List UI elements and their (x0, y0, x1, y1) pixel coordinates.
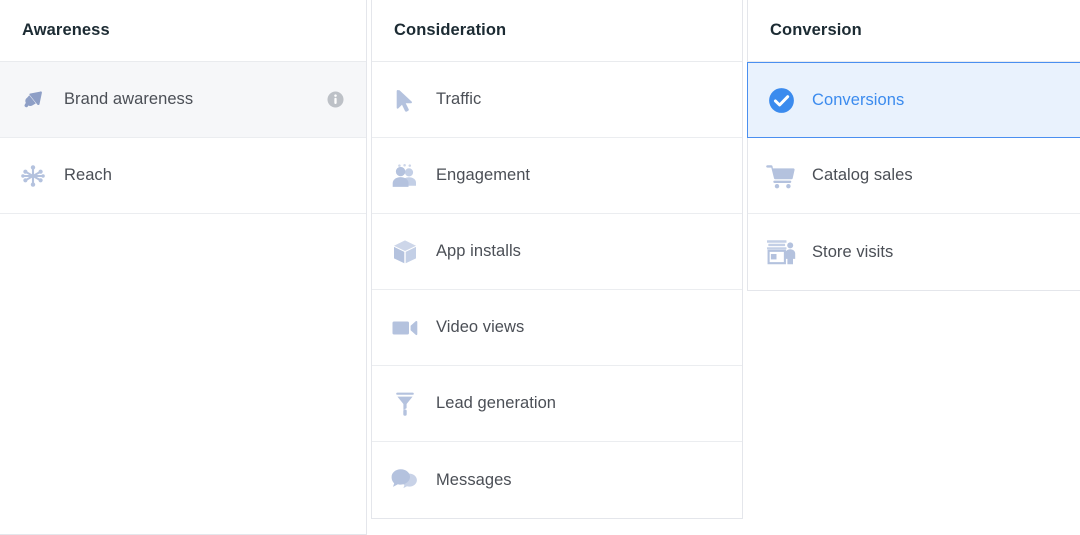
objective-item-label: Store visits (812, 242, 894, 261)
objective-item-messages[interactable]: Messages (372, 442, 742, 518)
objective-item-catalog-sales[interactable]: Catalog sales (748, 138, 1080, 214)
campaign-objective-picker: Awareness Brand awareness Reach Consider… (0, 0, 1080, 535)
people-group-icon (386, 159, 424, 193)
cursor-arrow-icon (386, 83, 424, 117)
objective-item-conversions[interactable]: Conversions (747, 62, 1080, 138)
video-camera-icon (386, 311, 424, 345)
objective-item-label: Reach (64, 166, 112, 184)
objective-item-label: Lead generation (436, 394, 557, 412)
speech-bubbles-icon (386, 463, 424, 497)
cube-box-icon (386, 235, 424, 269)
objective-item-traffic[interactable]: Traffic (372, 62, 742, 138)
objective-item-label: Brand awareness (64, 90, 194, 108)
column-header-awareness: Awareness (0, 0, 366, 62)
column-header-conversion: Conversion (748, 0, 1080, 62)
objective-item-label: Traffic (436, 90, 482, 108)
reach-starburst-icon (14, 159, 52, 193)
objective-column-consideration: Consideration Traffic Engagement App ins… (371, 0, 743, 519)
check-circle-icon (762, 83, 800, 117)
objective-column-conversion: Conversion Conversions Catalog sales Sto… (747, 0, 1080, 291)
objective-item-reach[interactable]: Reach (0, 138, 366, 214)
objective-item-video-views[interactable]: Video views (372, 290, 742, 366)
column-title-consideration: Consideration (394, 21, 507, 39)
objective-item-lead-generation[interactable]: Lead generation (372, 366, 742, 442)
storefront-person-icon (762, 235, 800, 269)
objective-item-engagement[interactable]: Engagement (372, 138, 742, 214)
info-circle-icon[interactable] (326, 91, 344, 109)
objective-item-store-visits[interactable]: Store visits (748, 214, 1080, 290)
objective-item-label: Messages (436, 470, 512, 489)
funnel-icon (386, 387, 424, 421)
column-title-awareness: Awareness (22, 21, 110, 39)
objective-item-label: Engagement (436, 166, 531, 184)
column-title-conversion: Conversion (770, 21, 862, 39)
objective-item-label: App installs (436, 242, 521, 260)
column-header-consideration: Consideration (372, 0, 742, 62)
shopping-cart-icon (762, 159, 800, 193)
megaphone-icon (14, 83, 52, 117)
objective-item-label: Conversions (812, 90, 905, 109)
objective-column-awareness: Awareness Brand awareness Reach (0, 0, 367, 535)
objective-item-label: Catalog sales (812, 166, 913, 184)
objective-columns: Awareness Brand awareness Reach Consider… (0, 0, 1080, 535)
objective-item-label: Video views (436, 318, 525, 336)
objective-item-app-installs[interactable]: App installs (372, 214, 742, 290)
objective-item-brand-awareness[interactable]: Brand awareness (0, 62, 366, 138)
